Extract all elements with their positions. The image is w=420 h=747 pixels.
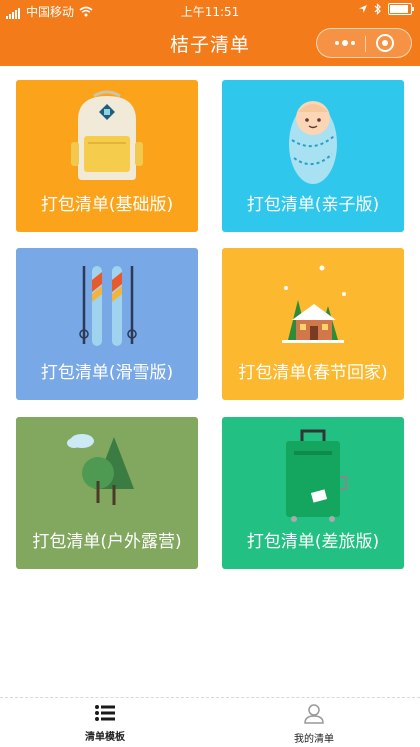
bluetooth-icon: [374, 3, 381, 15]
card-label: 打包清单(滑雪版): [40, 363, 174, 383]
status-time: 上午11:51: [180, 5, 240, 19]
status-bar: 中国移动 上午11:51: [0, 0, 420, 22]
backpack-icon: [71, 90, 143, 180]
tab-label: 清单模板: [85, 732, 125, 743]
card-label: 打包清单(差旅版): [246, 532, 380, 552]
card-parent-child[interactable]: 打包清单(亲子版): [222, 80, 404, 232]
tab-bar: 清单模板 我的清单: [0, 697, 420, 747]
tab-label: 我的清单: [294, 734, 334, 745]
card-label: 打包清单(亲子版): [246, 195, 380, 215]
top-bar: 中国移动 上午11:51 桔子清单: [0, 0, 420, 66]
card-spring-festival[interactable]: 打包清单(春节回家): [222, 248, 404, 400]
person-icon: [304, 704, 324, 724]
more-button[interactable]: [327, 29, 363, 57]
trees-icon: [67, 434, 134, 505]
suitcase-icon: [286, 429, 347, 522]
card-label: 打包清单(户外露营): [32, 532, 182, 552]
capsule-divider: [365, 36, 366, 52]
card-basic[interactable]: 打包清单(基础版): [16, 80, 198, 232]
card-ski[interactable]: 打包清单(滑雪版): [16, 248, 198, 400]
location-icon: [359, 5, 367, 13]
close-target-icon[interactable]: [375, 33, 395, 53]
card-label: 打包清单(春节回家): [238, 363, 388, 383]
baby-icon: [289, 101, 337, 184]
card-business-trip[interactable]: 打包清单(差旅版): [222, 417, 404, 569]
list-icon: [95, 705, 115, 721]
tab-templates[interactable]: 清单模板: [45, 704, 165, 743]
card-label: 打包清单(基础版): [40, 195, 174, 215]
tab-my-lists[interactable]: 我的清单: [254, 704, 374, 745]
battery-icon: [388, 3, 414, 15]
mini-program-capsule: [316, 28, 412, 58]
card-camping[interactable]: 打包清单(户外露营): [16, 417, 198, 569]
house-icon: [282, 265, 346, 343]
ski-icon: [79, 266, 137, 346]
